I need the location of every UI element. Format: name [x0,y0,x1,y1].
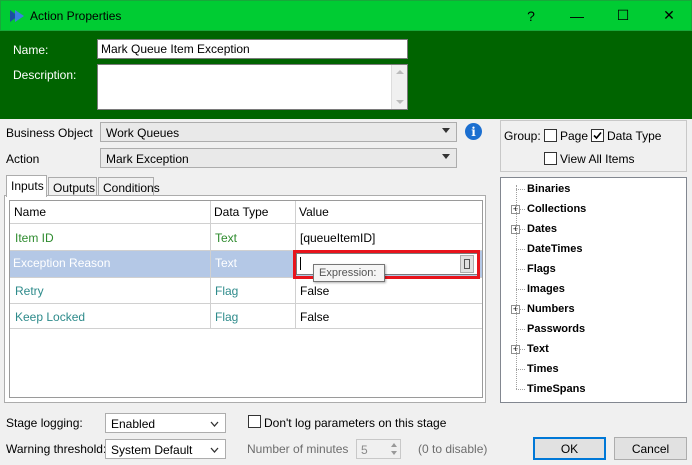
tree-connector [516,329,525,330]
data-type-checkbox-label[interactable]: Data Type [607,129,661,143]
chevron-down-icon [442,128,450,133]
column-divider [210,201,211,328]
minutes-value: 5 [361,443,368,457]
disable-hint: (0 to disable) [418,442,488,456]
tree-connector [516,289,525,290]
row-retry-name[interactable]: Retry [15,284,44,298]
tree-item-times[interactable]: Times [527,363,559,375]
minutes-spinner[interactable]: 5 [356,439,401,459]
column-header-data-type[interactable]: Data Type [214,205,268,219]
tree-item-passwords[interactable]: Passwords [527,323,585,335]
business-object-label: Business Object [6,126,93,140]
inputs-grid [9,200,483,398]
row-divider [10,328,482,329]
business-object-value: Work Queues [106,126,180,140]
row-exception-reason-name[interactable]: Exception Reason [13,256,110,270]
group-label: Group: [504,129,541,143]
maximize-button[interactable]: ☐ [600,0,646,31]
close-button[interactable]: ✕ [646,0,692,31]
row-retry-type: Flag [215,284,239,298]
tree-item-dates[interactable]: Dates [527,223,557,235]
warning-threshold-label: Warning threshold: [6,442,107,456]
row-divider [10,303,482,304]
tab-conditions[interactable]: Conditions [98,177,160,197]
description-label: Description: [13,68,77,82]
stage-logging-label: Stage logging: [6,416,83,430]
dont-log-checkbox[interactable] [248,415,261,428]
row-divider [10,223,482,224]
page-checkbox-label[interactable]: Page [560,129,588,143]
tree-item-text[interactable]: Text [527,343,549,355]
minutes-label: Number of minutes [247,442,349,456]
row-item-id-name[interactable]: Item ID [15,231,54,245]
tree-connector [516,249,525,250]
expression-tooltip: Expression: [313,264,385,282]
tab-inputs[interactable]: Inputs [6,175,47,197]
page-checkbox[interactable] [544,129,557,142]
tree-connector [516,269,525,270]
checkmark-icon [593,131,602,140]
ok-button[interactable]: OK [533,437,606,460]
column-header-value[interactable]: Value [299,205,329,219]
row-keep-locked-name[interactable]: Keep Locked [15,310,85,324]
spin-up-icon[interactable] [391,443,397,447]
spin-down-icon[interactable] [391,451,397,455]
stage-logging-select[interactable]: Enabled [105,413,226,433]
chevron-down-icon [210,447,219,453]
chevron-down-icon [210,421,219,427]
column-header-name[interactable]: Name [14,205,46,219]
view-all-items-checkbox[interactable] [544,152,557,165]
action-select[interactable]: Mark Exception [100,148,457,168]
row-retry-value[interactable]: False [300,284,329,298]
row-keep-locked-value[interactable]: False [300,310,329,324]
tree-item-images[interactable]: Images [527,283,565,295]
warning-threshold-value: System Default [111,443,193,457]
tab-outputs[interactable]: Outputs [48,177,97,197]
tree-connector [516,389,525,390]
tree-item-collections[interactable]: Collections [527,203,586,215]
info-icon[interactable]: i [465,123,482,140]
action-value: Mark Exception [106,152,189,166]
tree-item-flags[interactable]: Flags [527,263,556,275]
row-item-id-type: Text [215,231,238,245]
name-label: Name: [13,43,49,57]
tree-item-datetimes[interactable]: DateTimes [527,243,582,255]
tree-item-timespans[interactable]: TimeSpans [527,383,586,395]
tree-vertical-connector [516,185,517,389]
app-icon [10,10,24,22]
warning-threshold-select[interactable]: System Default [105,439,226,459]
row-item-id-value[interactable]: [queueItemID] [300,231,375,245]
row-keep-locked-type: Flag [215,310,239,324]
business-object-select[interactable]: Work Queues [100,122,457,142]
description-scrollbar[interactable] [391,65,407,109]
cancel-button[interactable]: Cancel [614,437,687,460]
help-button[interactable]: ? [508,0,554,31]
name-input[interactable]: Mark Queue Item Exception [97,39,408,59]
row-exception-reason-type: Text [215,256,238,270]
minimize-button[interactable]: — [554,0,600,31]
window-title: Action Properties [30,9,122,23]
tree-item-numbers[interactable]: Numbers [527,303,575,315]
tree-item-binaries[interactable]: Binaries [527,183,570,195]
tree-connector [516,189,525,190]
chevron-down-icon [442,154,450,159]
action-label: Action [6,152,40,166]
stage-logging-value: Enabled [111,417,156,431]
description-input[interactable] [97,64,408,110]
tree-connector [516,369,525,370]
data-type-checkbox[interactable] [591,129,604,142]
dont-log-label[interactable]: Don't log parameters on this stage [264,416,446,430]
view-all-items-label[interactable]: View All Items [560,152,634,166]
